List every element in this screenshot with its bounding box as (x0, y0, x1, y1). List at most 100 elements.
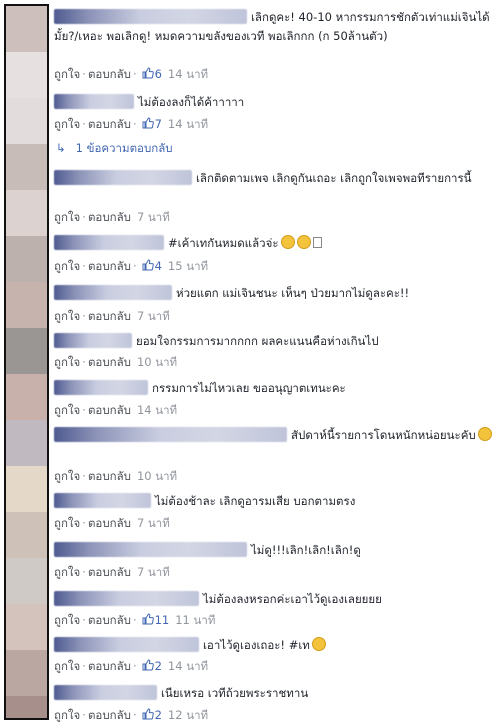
thumbs-up-icon (142, 67, 154, 79)
avatar[interactable] (6, 236, 47, 282)
timestamp[interactable]: 10 นาที (137, 355, 177, 369)
comment-actions: ถูกใจ · ตอบกลับ 14 นาที (54, 403, 178, 417)
comment: ห่วยแตก แม่เจินชนะ เห็นๆ ป่วยมากไม่ดูละค… (54, 284, 492, 323)
avatar[interactable] (6, 282, 47, 328)
timestamp[interactable]: 14 นาที (137, 403, 177, 417)
reply-link[interactable]: ตอบกลับ (88, 117, 131, 131)
timestamp[interactable]: 7 นาที (137, 516, 170, 530)
comment: สัปดาห์นี้รายการโดนหนักหน่อยนะคับ ถูกใจ ·… (54, 426, 492, 483)
reply-link[interactable]: ตอบกลับ (88, 403, 131, 417)
like-count[interactable]: 2 (155, 659, 162, 673)
like-link[interactable]: ถูกใจ (54, 469, 80, 483)
reply-link[interactable]: ตอบกลับ (88, 469, 131, 483)
timestamp[interactable]: 10 นาที (137, 469, 177, 483)
reply-link[interactable]: ตอบกลับ (88, 565, 131, 579)
reply-link[interactable]: ตอบกลับ (88, 355, 131, 369)
commenter-name[interactable] (54, 637, 199, 652)
like-count[interactable]: 7 (155, 117, 162, 131)
avatar[interactable] (6, 6, 47, 52)
reply-link[interactable]: ตอบกลับ (88, 613, 131, 627)
commenter-name[interactable] (54, 591, 199, 606)
like-link[interactable]: ถูกใจ (54, 516, 80, 530)
reply-link[interactable]: ตอบกลับ (88, 516, 131, 530)
like-link[interactable]: ถูกใจ (54, 309, 80, 323)
avatar[interactable] (6, 604, 47, 650)
timestamp[interactable]: 15 นาที (168, 259, 208, 273)
like-link[interactable]: ถูกใจ (54, 659, 80, 673)
comment-actions: ถูกใจ · ตอบกลับ 10 นาที (54, 355, 178, 369)
comment-actions: ถูกใจ · ตอบกลับ · 2 12 นาที (54, 708, 209, 722)
comment-text: เนียเหรอ เวทีถ้วยพระราชทาน (161, 686, 309, 700)
reply-link[interactable]: ตอบกลับ (88, 708, 131, 722)
commenter-name[interactable] (54, 493, 151, 508)
like-link[interactable]: ถูกใจ (54, 613, 80, 627)
commenter-name[interactable] (54, 427, 287, 442)
comment: เลิกติดตามเพจ เลิกดูกันเถอะ เลิกถูกใจเพจ… (54, 169, 492, 224)
commenter-name[interactable] (54, 235, 164, 250)
like-link[interactable]: ถูกใจ (54, 708, 80, 722)
avatar[interactable] (6, 144, 47, 190)
comment: ไม่ต้องช้าละ เลิกดูอารมเสีย บอกตามตรง ถู… (54, 492, 492, 530)
comment-actions: ถูกใจ · ตอบกลับ · 11 11 นาที (54, 613, 216, 627)
smiling-face-icon (296, 235, 311, 249)
like-link[interactable]: ถูกใจ (54, 355, 80, 369)
reply-link[interactable]: ตอบกลับ (88, 210, 131, 224)
timestamp[interactable]: 7 นาที (137, 309, 170, 323)
avatar[interactable] (6, 374, 47, 420)
timestamp[interactable]: 7 นาที (137, 565, 170, 579)
smiling-face-icon (311, 637, 326, 651)
comment-actions: ถูกใจ · ตอบกลับ 7 นาที (54, 516, 170, 530)
like-link[interactable]: ถูกใจ (54, 259, 80, 273)
timestamp[interactable]: 7 นาที (137, 210, 170, 224)
like-link[interactable]: ถูกใจ (54, 117, 80, 131)
commenter-name[interactable] (54, 685, 157, 700)
reply-link[interactable]: ตอบกลับ (88, 259, 131, 273)
timestamp[interactable]: 11 นาที (175, 613, 215, 627)
commenter-name[interactable] (54, 170, 192, 185)
commenter-name[interactable] (54, 9, 247, 24)
avatar[interactable] (6, 696, 47, 718)
like-count[interactable]: 11 (155, 613, 170, 627)
thumbs-up-icon (142, 708, 154, 720)
avatar[interactable] (6, 98, 47, 144)
commenter-name[interactable] (54, 380, 148, 395)
like-link[interactable]: ถูกใจ (54, 403, 80, 417)
commenter-name[interactable] (54, 333, 132, 348)
comment: เอาไว้ดูเองเถอะ! #เท ถูกใจ · ตอบกลับ · 2 14 น… (54, 636, 492, 673)
reply-arrow-icon: ↳ (56, 141, 66, 155)
comment: ยอมใจกรรมการมากกกก ผลคะแนนคือห่างเกินไป … (54, 332, 492, 369)
timestamp[interactable]: 12 นาที (168, 708, 208, 722)
avatar[interactable] (6, 190, 47, 236)
reply-link[interactable]: ตอบกลับ (88, 67, 131, 81)
avatar[interactable] (6, 512, 47, 558)
like-count[interactable]: 2 (155, 708, 162, 722)
reply-link[interactable]: ตอบกลับ (88, 309, 131, 323)
comment-actions: ถูกใจ · ตอบกลับ 7 นาที (54, 210, 170, 224)
comment-actions: ถูกใจ · ตอบกลับ · 2 14 นาที (54, 659, 209, 673)
reply-link[interactable]: ตอบกลับ (88, 659, 131, 673)
like-link[interactable]: ถูกใจ (54, 67, 80, 81)
like-link[interactable]: ถูกใจ (54, 210, 80, 224)
avatar[interactable] (6, 466, 47, 512)
timestamp[interactable]: 14 นาที (168, 659, 208, 673)
like-count[interactable]: 4 (155, 259, 162, 273)
comment-text: กรรมการไม่ไหวเลย ขออนุญาตเทนะคะ (152, 381, 346, 395)
commenter-name[interactable] (54, 94, 134, 109)
comment: ไม่ต้องลงก็ได้ค้าาาาา ถูกใจ · ตอบกลับ · 7 14 … (54, 93, 492, 131)
avatar[interactable] (6, 420, 47, 466)
commenter-name[interactable] (54, 542, 247, 557)
avatar[interactable] (6, 52, 47, 98)
avatar[interactable] (6, 650, 47, 696)
timestamp[interactable]: 14 นาที (168, 117, 208, 131)
comment-text: สัปดาห์นี้รายการโดนหนักหน่อยนะคับ (291, 428, 476, 442)
comment: เลิกดูคะ! 40-10 หากรรมการชักตัวเท่าแม่เจ… (54, 8, 492, 81)
timestamp[interactable]: 14 นาที (168, 67, 208, 81)
commenter-name[interactable] (54, 285, 172, 300)
view-replies-link[interactable]: ↳ 1 ข้อความตอบกลับ (56, 140, 173, 156)
comment-text: ไม่ต้องลงหรอกค่ะเอาไว้ดูเองเลยยยย (203, 592, 382, 606)
avatar[interactable] (6, 328, 47, 374)
thumbs-up-icon (142, 613, 154, 625)
avatar[interactable] (6, 558, 47, 604)
like-link[interactable]: ถูกใจ (54, 565, 80, 579)
like-count[interactable]: 6 (155, 67, 162, 81)
